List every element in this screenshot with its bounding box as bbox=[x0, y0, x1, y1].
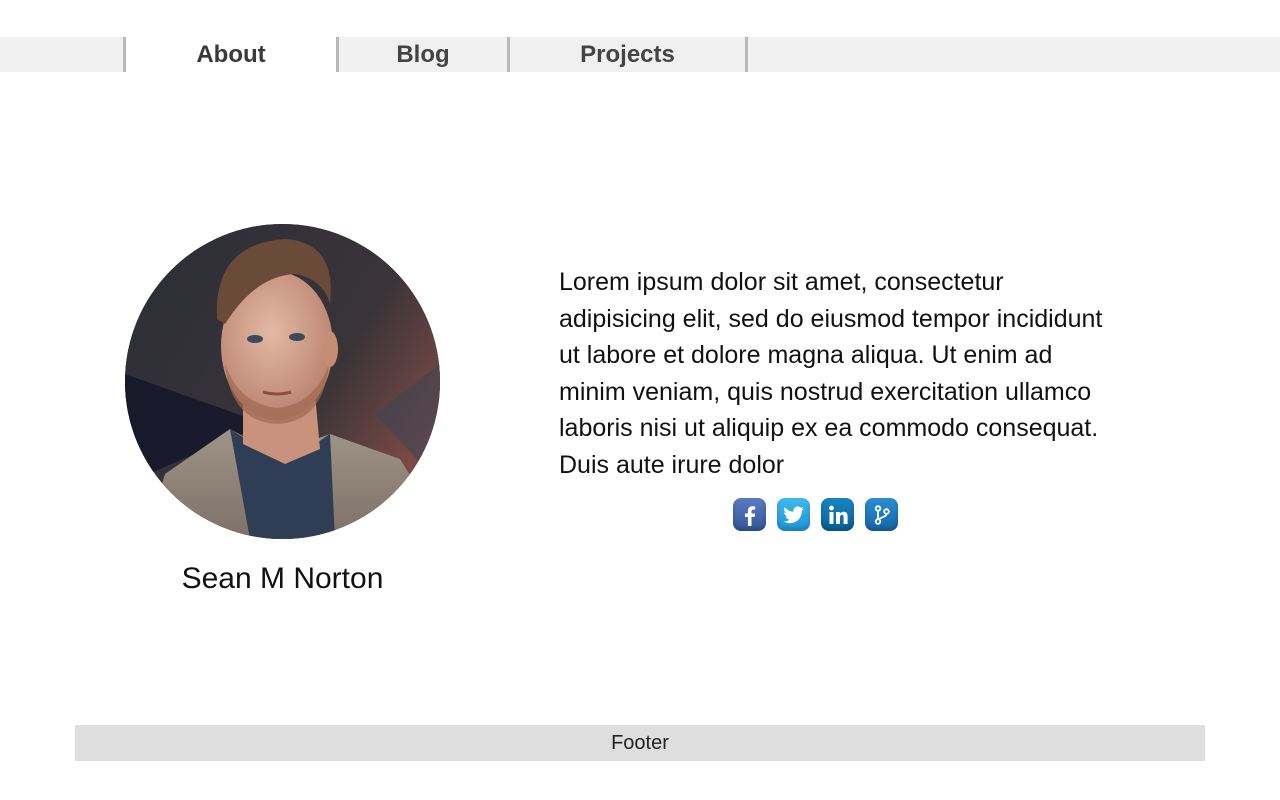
git-icon bbox=[874, 504, 890, 525]
footer: Footer bbox=[75, 725, 1205, 761]
profile-avatar bbox=[125, 224, 440, 539]
twitter-icon bbox=[783, 506, 804, 523]
nav-divider bbox=[745, 37, 748, 72]
footer-text: Footer bbox=[611, 731, 669, 754]
profile-name: Sean M Norton bbox=[181, 562, 384, 595]
tab-projects[interactable]: Projects bbox=[510, 37, 745, 72]
git-button[interactable] bbox=[865, 498, 898, 531]
page: About Blog Projects Sean M Norton Lorem … bbox=[0, 0, 1280, 800]
facebook-button[interactable] bbox=[733, 498, 766, 531]
linkedin-icon bbox=[828, 505, 848, 524]
top-nav: About Blog Projects bbox=[0, 37, 1280, 72]
twitter-button[interactable] bbox=[777, 498, 810, 531]
tab-blog[interactable]: Blog bbox=[339, 37, 507, 72]
tab-about[interactable]: About bbox=[126, 37, 336, 72]
social-links bbox=[733, 498, 898, 531]
linkedin-button[interactable] bbox=[821, 498, 854, 531]
bio-text: Lorem ipsum dolor sit amet, consectetur … bbox=[559, 268, 1103, 479]
facebook-icon bbox=[744, 505, 755, 526]
